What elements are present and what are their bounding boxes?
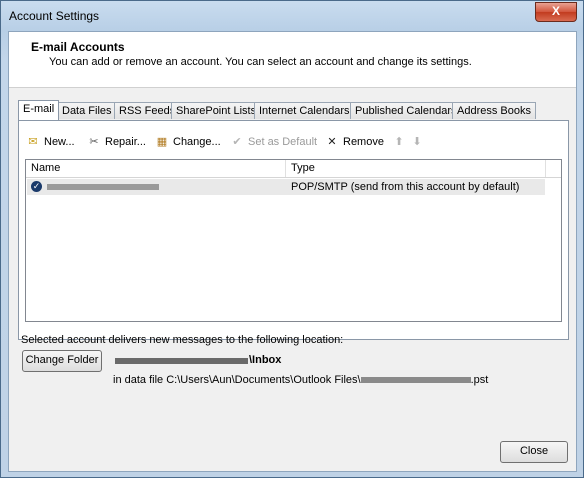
section-title: E-mail Accounts (31, 40, 125, 54)
delivery-folder: \Inbox (249, 354, 282, 366)
accounts-list[interactable]: Name Type ✓ POP/SMTP (send from this acc… (25, 159, 562, 322)
column-separator[interactable] (285, 160, 286, 177)
list-header: Name Type (26, 160, 561, 178)
column-name-header[interactable]: Name (31, 162, 60, 174)
new-button[interactable]: ✉ New... (25, 133, 75, 151)
repair-icon: ✂ (89, 136, 99, 148)
move-up-button[interactable]: ⬆ (391, 133, 410, 151)
new-button-label: New... (44, 136, 75, 148)
data-file-name-redacted (360, 377, 471, 384)
dialog-header: E-mail Accounts You can add or remove an… (9, 32, 576, 88)
column-separator (545, 160, 546, 177)
repair-button[interactable]: ✂ Repair... (86, 133, 146, 151)
change-button[interactable]: ▦ Change... (154, 133, 221, 151)
default-account-check-icon: ✓ (31, 181, 42, 192)
section-description: You can add or remove an account. You ca… (49, 56, 472, 68)
account-row[interactable]: ✓ POP/SMTP (send from this account by de… (27, 179, 545, 195)
change-icon: ▦ (156, 136, 168, 148)
tab-data-files[interactable]: Data Files (57, 102, 117, 119)
tab-email[interactable]: E-mail (18, 100, 60, 120)
data-file-path: in data file C:\Users\Aun\Documents\Outl… (113, 374, 488, 386)
column-type-header[interactable]: Type (291, 162, 315, 174)
account-type: POP/SMTP (send from this account by defa… (291, 181, 520, 193)
close-button[interactable]: Close (500, 441, 568, 463)
repair-button-label: Repair... (105, 136, 146, 148)
delivery-label: Selected account delivers new messages t… (21, 334, 344, 346)
window-close-button[interactable]: X (535, 2, 577, 22)
set-as-default-label: Set as Default (248, 136, 318, 148)
check-circle-icon: ✔ (232, 136, 242, 148)
accounts-toolbar: ✉ New... ✂ Repair... ▦ Change... ✔ Set as De… (19, 133, 568, 151)
tab-address-books[interactable]: Address Books (452, 102, 536, 119)
change-folder-button[interactable]: Change Folder (22, 350, 102, 372)
tab-internet-calendars[interactable]: Internet Calendars (254, 102, 355, 119)
remove-button-label: Remove (343, 136, 384, 148)
account-name-redacted (47, 184, 159, 190)
title-bar[interactable]: Account Settings X (1, 1, 583, 29)
window-title: Account Settings (9, 9, 100, 23)
remove-button[interactable]: ✕ Remove (324, 133, 384, 151)
remove-x-icon: ✕ (327, 136, 337, 148)
dialog-body: E-mail Accounts You can add or remove an… (8, 31, 577, 472)
set-as-default-button[interactable]: ✔ Set as Default (229, 133, 317, 151)
tab-sharepoint-lists[interactable]: SharePoint Lists (171, 102, 262, 119)
change-button-label: Change... (173, 136, 221, 148)
mailbox-name-redacted (115, 358, 248, 364)
arrow-up-icon: ⬆ (394, 136, 404, 148)
new-account-icon: ✉ (28, 136, 38, 148)
email-tab-panel: ✉ New... ✂ Repair... ▦ Change... ✔ Set as De… (18, 120, 569, 340)
tab-published-calendars[interactable]: Published Calendars (350, 102, 462, 119)
data-file-suffix: .pst (470, 374, 489, 386)
arrow-down-icon: ⬇ (412, 136, 422, 148)
account-settings-window: Account Settings X E-mail Accounts You c… (0, 0, 584, 478)
move-down-button[interactable]: ⬇ (409, 133, 428, 151)
data-file-prefix: in data file C:\Users\Aun\Documents\Outl… (113, 374, 361, 386)
